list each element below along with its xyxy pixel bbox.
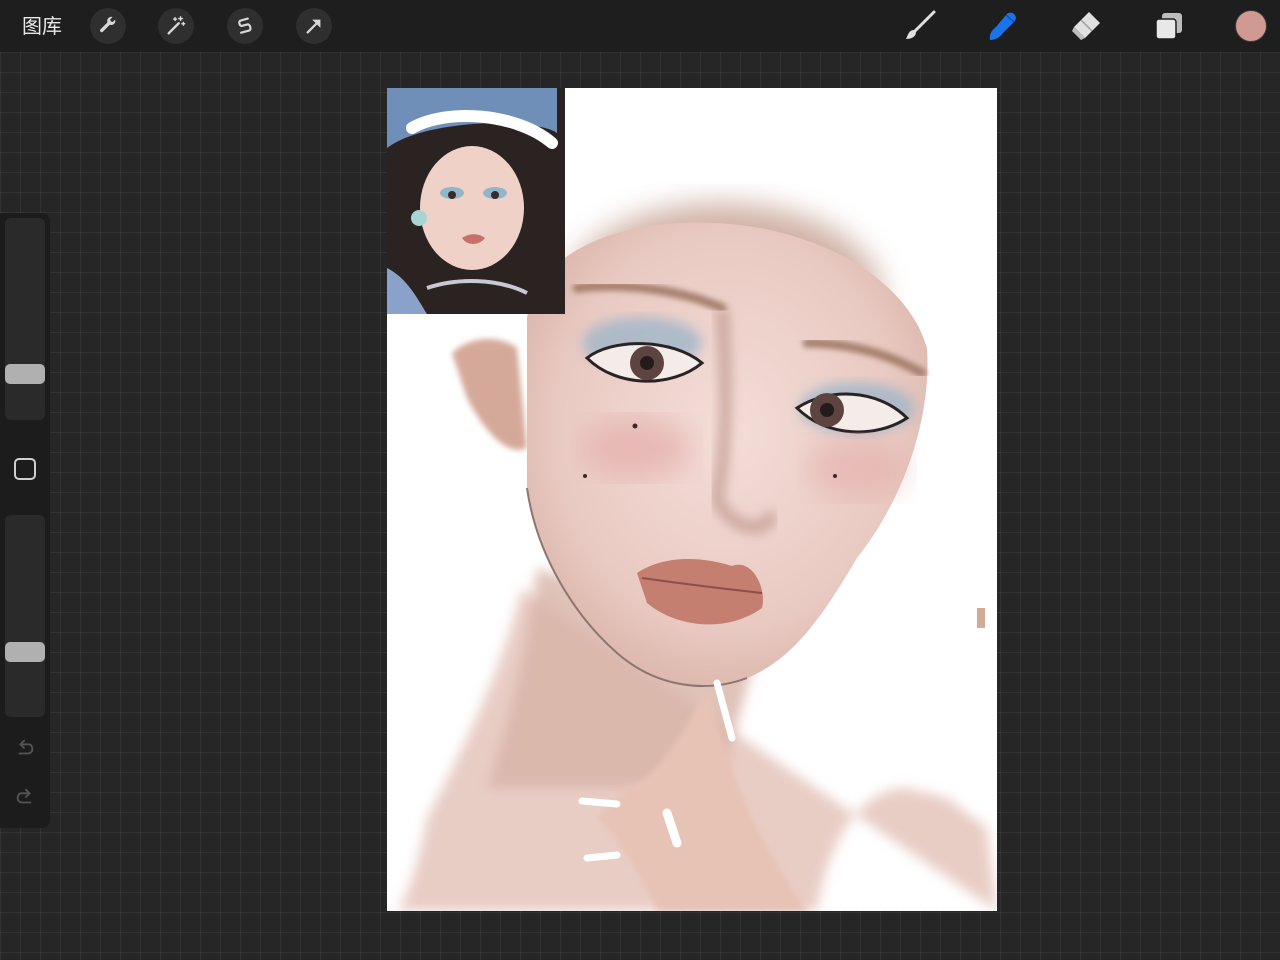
reference-portrait [387, 88, 565, 314]
brush-size-thumb[interactable] [5, 363, 45, 384]
transform-button[interactable] [296, 8, 332, 44]
arrow-cursor-icon [306, 19, 321, 34]
adjustments-button[interactable] [158, 8, 194, 44]
gallery-button[interactable]: 图库 [22, 13, 62, 39]
smudge-finger-icon [989, 12, 1016, 40]
undo-icon [18, 739, 34, 755]
opacity-slider[interactable] [5, 515, 45, 717]
undo-button[interactable] [12, 735, 38, 761]
layers-button[interactable] [1151, 8, 1187, 44]
eraser-icon [1072, 12, 1100, 40]
reference-photo[interactable] [387, 88, 565, 314]
opacity-thumb[interactable] [5, 642, 45, 663]
redo-icon [16, 788, 32, 804]
magic-wand-icon [167, 16, 186, 35]
color-picker-button[interactable] [1235, 10, 1267, 42]
layers-icon [1155, 13, 1182, 40]
drawing-canvas[interactable] [387, 88, 997, 911]
smudge-tool-button[interactable] [985, 8, 1021, 44]
top-toolbar: 图库 [0, 0, 1280, 52]
brush-icon [906, 10, 936, 39]
redo-button[interactable] [12, 784, 38, 810]
selection-button[interactable] [227, 8, 263, 44]
selection-s-icon [238, 17, 252, 34]
square-icon[interactable] [14, 458, 36, 480]
eraser-tool-button[interactable] [1068, 8, 1104, 44]
actions-button[interactable] [90, 8, 126, 44]
sidebar [0, 213, 50, 828]
wrench-icon [100, 16, 116, 33]
brush-size-slider[interactable] [5, 218, 45, 420]
brush-tool-button[interactable] [902, 8, 938, 44]
